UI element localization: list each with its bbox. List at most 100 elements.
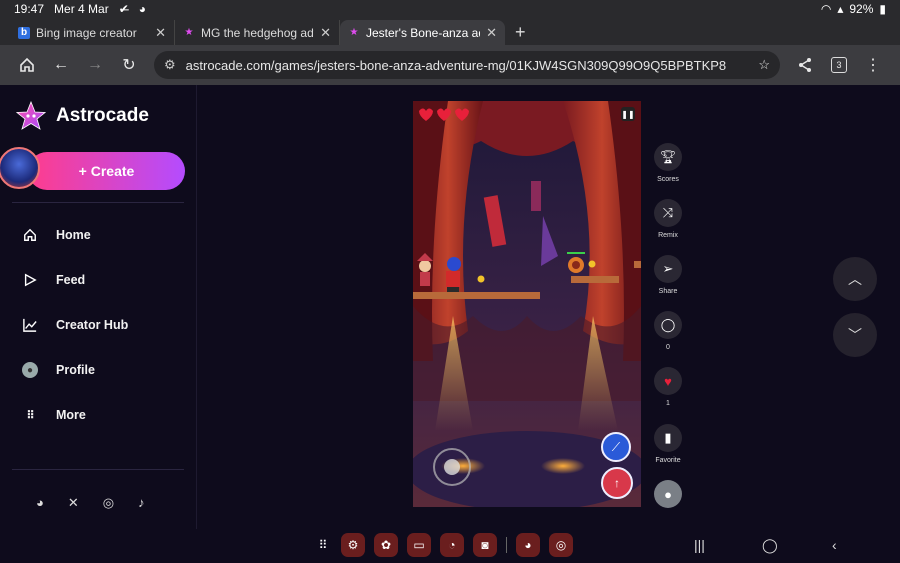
instagram-app-icon[interactable]: ◎ bbox=[549, 533, 573, 557]
brand-name: Astrocade bbox=[56, 105, 149, 126]
creator-avatar[interactable]: ● bbox=[648, 480, 688, 508]
back-button[interactable]: ← bbox=[44, 50, 78, 80]
avatar[interactable] bbox=[0, 147, 40, 189]
reload-icon: ↻ bbox=[122, 57, 136, 74]
x-icon[interactable]: ✕ bbox=[68, 495, 79, 511]
close-icon[interactable]: ✕ bbox=[486, 25, 497, 41]
joystick[interactable] bbox=[434, 449, 470, 485]
tab-bar: b Bing image creator ✕ ★ MG the hedgehog… bbox=[0, 18, 900, 45]
remix-label: Remix bbox=[658, 232, 678, 239]
social-links: ◕ ✕ ◎ ♪ bbox=[36, 495, 145, 511]
tab-title: MG the hedgehog adven bbox=[201, 25, 314, 40]
arrow-up-icon: ↑ bbox=[614, 476, 620, 490]
new-tab-button[interactable]: + bbox=[505, 20, 536, 45]
create-button[interactable]: + Create bbox=[28, 152, 185, 190]
astrocade-star-icon: ★ bbox=[349, 27, 359, 38]
bookmark-star-icon[interactable]: ☆ bbox=[758, 57, 770, 73]
sidebar: Astrocade + Create Home Feed Creator Hub… bbox=[0, 85, 197, 529]
sidebar-item-profile[interactable]: ● Profile bbox=[22, 362, 95, 378]
attack-button[interactable]: ⟋ bbox=[601, 432, 631, 462]
taskbar: ⠿ ⚙ ✿ ▭ ◔ ◙ ◕ ◎ ||| ◯ ‹ bbox=[0, 529, 900, 563]
files-app-icon[interactable]: ▭ bbox=[407, 533, 431, 557]
next-game-button[interactable]: ﹀ bbox=[833, 313, 877, 357]
sidebar-item-feed[interactable]: Feed bbox=[22, 272, 85, 288]
astrocade-star-icon bbox=[16, 101, 46, 130]
like-button[interactable]: ♥ 1 bbox=[648, 367, 688, 407]
likes-count: 1 bbox=[666, 400, 670, 407]
tab-mg-hedgehog[interactable]: ★ MG the hedgehog adven ✕ bbox=[175, 20, 340, 45]
status-time: 19:47 bbox=[14, 2, 45, 16]
scores-button[interactable]: 🏆︎ Scores bbox=[648, 143, 688, 183]
signal-icon: ▴ bbox=[837, 2, 844, 16]
sidebar-item-more[interactable]: ⠿ More bbox=[22, 407, 86, 423]
status-bar: 19:47 Mer 4 Mar ✔̶ ◕ ◠ ▴ 92% ▮ bbox=[0, 0, 900, 18]
tab-title: Jester's Bone-anza adve bbox=[366, 25, 480, 40]
home-nav-button[interactable]: ◯ bbox=[762, 537, 778, 554]
shuffle-icon: ⤨ bbox=[654, 199, 682, 227]
remix-button[interactable]: ⤨ Remix bbox=[648, 199, 688, 239]
reload-button[interactable]: ↻ bbox=[112, 50, 146, 80]
pause-icon: ❚❚ bbox=[621, 109, 635, 119]
share-label: Share bbox=[658, 288, 678, 295]
circle-home-icon: ◯ bbox=[762, 537, 778, 553]
bing-icon: b bbox=[18, 26, 30, 39]
tab-jesters[interactable]: ★ Jester's Bone-anza adve ✕ bbox=[340, 20, 505, 45]
arrow-left-icon: ← bbox=[53, 56, 69, 73]
chart-icon bbox=[22, 317, 38, 333]
play-icon bbox=[22, 272, 38, 288]
favorite-button[interactable]: ▮ Favorite bbox=[648, 424, 688, 464]
tab-count: 3 bbox=[831, 57, 847, 73]
chevron-down-icon: ﹀ bbox=[848, 327, 862, 343]
sidebar-divider bbox=[12, 469, 184, 470]
site-settings-icon[interactable]: ⚙ bbox=[164, 57, 176, 73]
back-nav-button[interactable]: ‹ bbox=[832, 537, 837, 553]
arrow-right-icon: → bbox=[87, 56, 103, 73]
pause-button[interactable]: ❚❚ bbox=[621, 107, 635, 121]
sidebar-item-label: Profile bbox=[56, 363, 95, 377]
close-icon[interactable]: ✕ bbox=[320, 25, 331, 41]
chevron-left-icon: ‹ bbox=[832, 537, 837, 553]
previous-game-button[interactable]: ︿ bbox=[833, 257, 877, 301]
address-bar[interactable]: ⚙ astrocade.com/games/jesters-bone-anza-… bbox=[154, 51, 780, 79]
settings-app-icon[interactable]: ⚙ bbox=[341, 533, 365, 557]
tiktok-icon[interactable]: ♪ bbox=[138, 495, 145, 511]
brand-logo[interactable]: Astrocade bbox=[16, 101, 149, 131]
messages-app-icon[interactable]: ◔ bbox=[440, 533, 464, 557]
scores-label: Scores bbox=[657, 176, 679, 183]
sidebar-item-creator-hub[interactable]: Creator Hub bbox=[22, 317, 128, 333]
tab-title: Bing image creator bbox=[36, 25, 137, 40]
comment-icon: ◯ bbox=[654, 311, 682, 339]
sidebar-item-label: Creator Hub bbox=[56, 318, 129, 332]
recents-icon: ||| bbox=[694, 537, 705, 553]
tab-switcher-button[interactable]: 3 bbox=[822, 50, 856, 80]
close-icon[interactable]: ✕ bbox=[155, 25, 166, 41]
discord-app-icon[interactable]: ◕ bbox=[516, 533, 540, 557]
discord-icon[interactable]: ◕ bbox=[36, 495, 44, 511]
forward-button[interactable]: → bbox=[78, 50, 112, 80]
favorite-label: Favorite bbox=[655, 457, 681, 464]
jump-button[interactable]: ↑ bbox=[601, 467, 633, 499]
share-game-button[interactable]: ➢ Share bbox=[648, 255, 688, 295]
comments-count: 0 bbox=[666, 344, 670, 351]
sidebar-item-label: More bbox=[56, 408, 86, 422]
home-icon bbox=[20, 57, 34, 72]
instagram-icon[interactable]: ◎ bbox=[103, 495, 114, 511]
tab-bing[interactable]: b Bing image creator ✕ bbox=[10, 20, 175, 45]
share-button[interactable] bbox=[788, 50, 822, 80]
home-button[interactable] bbox=[10, 50, 44, 80]
heart-icon: ♥ bbox=[654, 367, 682, 395]
share-icon bbox=[799, 58, 811, 72]
url-text: astrocade.com/games/jesters-bone-anza-ad… bbox=[185, 57, 727, 73]
flower-app-icon[interactable]: ✿ bbox=[374, 533, 398, 557]
sidebar-item-home[interactable]: Home bbox=[22, 227, 91, 243]
menu-button[interactable]: ⋮ bbox=[856, 50, 890, 80]
discord-icon: ◕ bbox=[138, 2, 147, 16]
camera-app-icon[interactable]: ◙ bbox=[473, 533, 497, 557]
recents-button[interactable]: ||| bbox=[694, 537, 705, 553]
taskbar-divider bbox=[506, 537, 507, 553]
app-drawer-icon[interactable]: ⠿ bbox=[314, 533, 332, 557]
comments-button[interactable]: ◯ 0 bbox=[648, 311, 688, 351]
battery-icon: ▮ bbox=[879, 2, 886, 16]
battery-level: 92% bbox=[849, 2, 874, 16]
game-canvas[interactable]: ❚❚ ⟋ ↑ bbox=[413, 101, 641, 507]
